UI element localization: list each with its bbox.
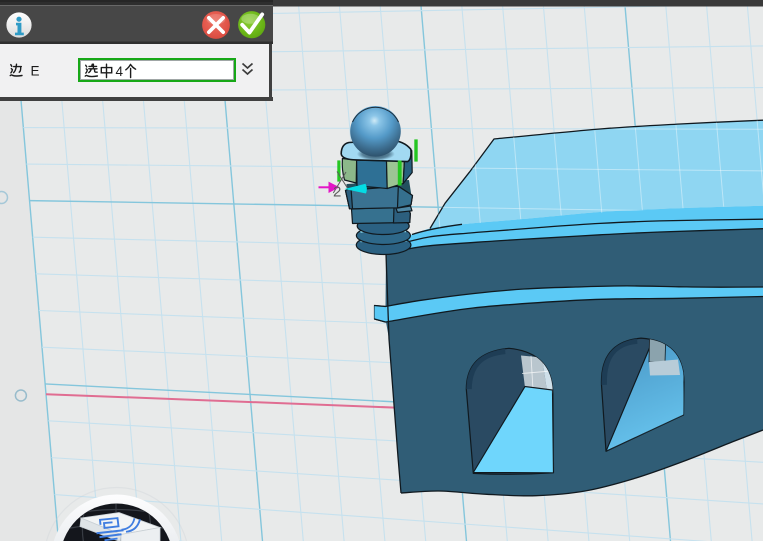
svg-text:2: 2 xyxy=(333,184,341,201)
svg-text:E: E xyxy=(31,64,40,79)
svg-text:4: 4 xyxy=(116,64,124,79)
